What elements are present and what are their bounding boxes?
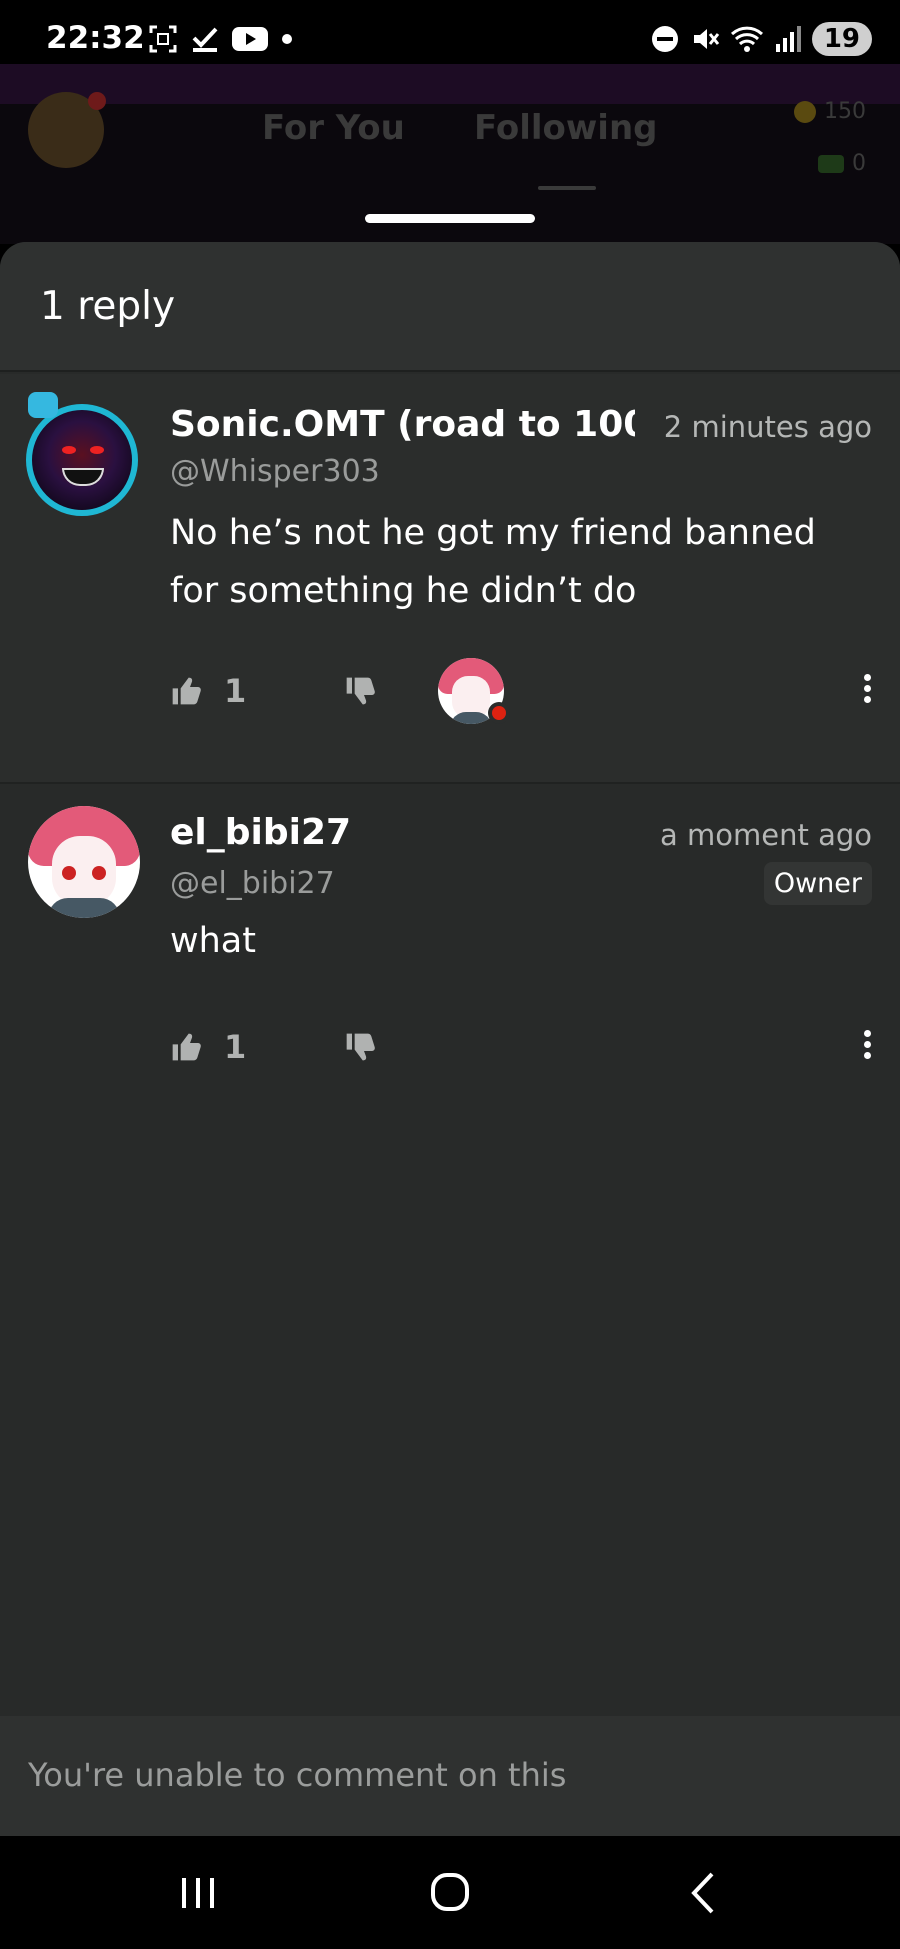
avatar-body [48,898,120,918]
dislike-icon[interactable] [344,675,376,707]
youtube-icon [232,27,268,51]
tab-for-you: For You [262,108,405,148]
status-right-icons: 19 [650,22,872,56]
system-nav-bar [0,1836,900,1949]
comment-username[interactable]: el_bibi27 [170,812,351,853]
signal-icon [775,26,801,52]
dot-icon [282,34,292,44]
cash-icon [818,155,844,173]
like-count: 1 [224,672,247,710]
comment-handle[interactable]: @el_bibi27 [170,866,335,901]
background-banner [0,64,900,104]
screenshot-icon [149,25,177,53]
comment-username[interactable]: Sonic.OMT (road to 100 [170,404,635,445]
status-time: 22:32 [46,20,145,56]
like-icon[interactable] [170,1031,202,1063]
comment-timestamp: a moment ago [660,818,872,852]
comment-timestamp: 2 minutes ago [663,410,872,444]
comment-handle[interactable]: @Whisper303 [170,454,380,489]
comment-text: what [170,921,256,961]
coin-count: 150 [824,99,866,124]
back-icon[interactable] [674,1866,734,1920]
battery-indicator: 19 [811,22,872,56]
more-options-icon[interactable] [862,670,872,707]
coin-icon [794,101,816,123]
sheet-drag-handle[interactable] [365,214,535,223]
comment-input-bar: You're unable to comment on this [0,1716,900,1836]
mute-icon [693,29,719,49]
comment-text: No he’s not he got my friend banned for … [170,513,816,611]
avatar-eye [90,446,104,454]
tab-underline [538,186,596,190]
currency-display: 150 0 [794,86,866,190]
replies-sheet: 1 reply Sonic.OMT (road to 100 2 minutes… [0,242,900,1836]
comment-actions: 1 [170,666,376,716]
avatar[interactable] [28,806,140,918]
cash-count: 0 [852,151,866,176]
dislike-icon[interactable] [344,1031,376,1063]
home-icon[interactable] [420,1866,480,1920]
check-icon [192,27,218,52]
parent-comment: Sonic.OMT (road to 100 2 minutes ago @Wh… [0,374,900,784]
avatar-eye [62,446,76,454]
recent-apps-icon[interactable] [168,1866,228,1920]
dnd-icon [651,26,678,52]
avatar-frame-badge-icon [28,392,58,418]
avatar-eye [92,866,106,880]
avatar-eye [62,866,76,880]
owner-badge: Owner [763,862,872,905]
sheet-header: 1 reply [0,242,900,372]
more-options-icon[interactable] [862,1026,872,1063]
reply-indicator-icon [488,702,510,724]
comment-disabled-message: You're unable to comment on this [28,1756,567,1794]
sheet-title: 1 reply [40,284,176,329]
avatar[interactable] [26,404,138,516]
background-notification-dot [88,92,106,110]
tab-following: Following [474,108,658,148]
avatar-body [450,712,492,724]
comment-actions: 1 [170,1022,376,1072]
avatar-mouth [62,468,104,486]
like-icon[interactable] [170,675,202,707]
wifi-icon [730,26,763,52]
reply-comment: el_bibi27 a moment ago @el_bibi27 Owner … [0,786,900,1126]
status-left-icons [148,24,294,54]
like-count: 1 [224,1028,247,1066]
